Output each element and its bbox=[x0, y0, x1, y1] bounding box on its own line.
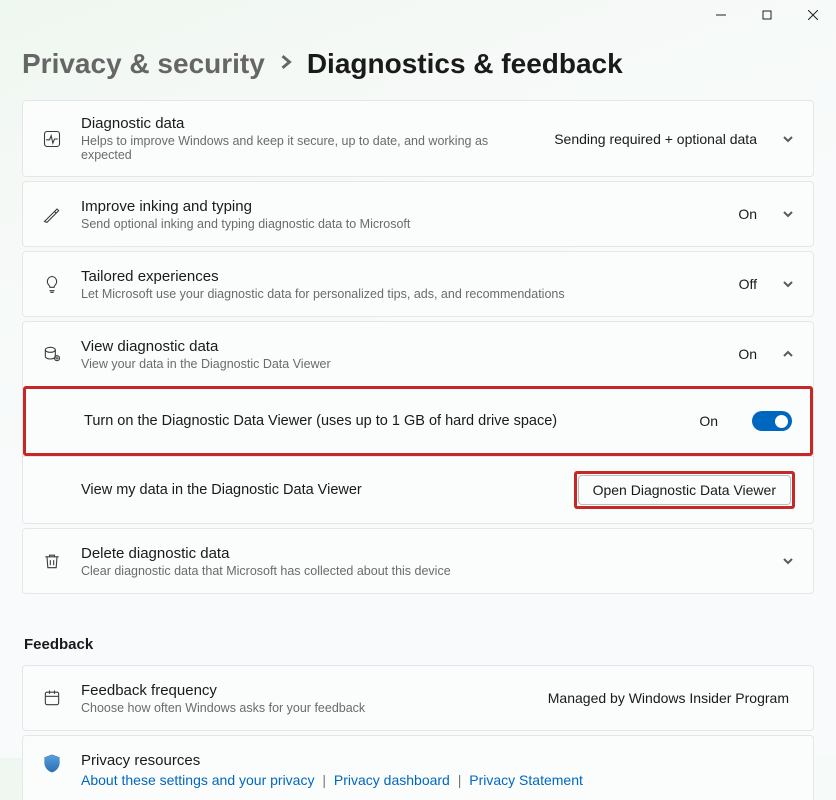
card-title: Delete diagnostic data bbox=[81, 545, 763, 562]
toggle-label: Turn on the Diagnostic Data Viewer (uses… bbox=[84, 413, 681, 429]
toggle-status: On bbox=[699, 413, 718, 429]
card-title: Privacy resources bbox=[81, 752, 795, 769]
card-subtitle: Send optional inking and typing diagnost… bbox=[81, 217, 720, 231]
link-about-settings-privacy[interactable]: About these settings and your privacy bbox=[81, 772, 314, 788]
heartbeat-icon bbox=[41, 128, 63, 150]
card-delete-diagnostic-data[interactable]: Delete diagnostic data Clear diagnostic … bbox=[22, 528, 814, 594]
data-view-icon bbox=[41, 343, 63, 365]
link-separator: | bbox=[322, 772, 326, 788]
card-subtitle: Let Microsoft use your diagnostic data f… bbox=[81, 287, 721, 301]
page-title: Diagnostics & feedback bbox=[307, 48, 623, 80]
card-subtitle: View your data in the Diagnostic Data Vi… bbox=[81, 357, 720, 371]
minimize-button[interactable] bbox=[698, 0, 744, 30]
open-diagnostic-data-viewer-button[interactable]: Open Diagnostic Data Viewer bbox=[578, 475, 791, 505]
lightbulb-icon bbox=[41, 273, 63, 295]
card-tailored-experiences[interactable]: Tailored experiences Let Microsoft use y… bbox=[22, 251, 814, 317]
card-title: View diagnostic data bbox=[81, 338, 720, 355]
card-title: Improve inking and typing bbox=[81, 198, 720, 215]
card-feedback-frequency[interactable]: Feedback frequency Choose how often Wind… bbox=[22, 665, 814, 731]
link-privacy-dashboard[interactable]: Privacy dashboard bbox=[334, 772, 450, 788]
maximize-button[interactable] bbox=[744, 0, 790, 30]
trash-icon bbox=[41, 550, 63, 572]
link-separator: | bbox=[458, 772, 462, 788]
open-viewer-label: View my data in the Diagnostic Data View… bbox=[81, 482, 556, 498]
chevron-up-icon bbox=[781, 347, 795, 361]
chevron-down-icon bbox=[781, 554, 795, 568]
chevron-down-icon bbox=[781, 132, 795, 146]
card-status: Sending required + optional data bbox=[554, 131, 757, 147]
row-turn-on-diagnostic-viewer: Turn on the Diagnostic Data Viewer (uses… bbox=[23, 386, 813, 456]
pen-icon bbox=[41, 203, 63, 225]
card-title: Tailored experiences bbox=[81, 268, 721, 285]
card-subtitle: Choose how often Windows asks for your f… bbox=[81, 701, 530, 715]
card-status: Managed by Windows Insider Program bbox=[548, 690, 789, 706]
calendar-icon bbox=[41, 687, 63, 709]
card-subtitle: Clear diagnostic data that Microsoft has… bbox=[81, 564, 763, 578]
card-status: On bbox=[738, 346, 757, 362]
close-button[interactable] bbox=[790, 0, 836, 30]
chevron-down-icon bbox=[781, 207, 795, 221]
link-privacy-statement[interactable]: Privacy Statement bbox=[469, 772, 583, 788]
shield-icon bbox=[41, 752, 63, 774]
card-privacy-resources: Privacy resources About these settings a… bbox=[22, 735, 814, 800]
card-view-diagnostic-data: View diagnostic data View your data in t… bbox=[22, 321, 814, 524]
chevron-down-icon bbox=[781, 277, 795, 291]
card-title: Feedback frequency bbox=[81, 682, 530, 699]
window-controls bbox=[698, 0, 836, 30]
card-header-row[interactable]: View diagnostic data View your data in t… bbox=[23, 322, 813, 386]
diagnostic-viewer-toggle[interactable] bbox=[752, 411, 792, 431]
chevron-right-icon bbox=[279, 55, 293, 74]
breadcrumb-parent[interactable]: Privacy & security bbox=[22, 48, 265, 80]
card-inking-typing[interactable]: Improve inking and typing Send optional … bbox=[22, 181, 814, 247]
row-open-diagnostic-viewer: View my data in the Diagnostic Data View… bbox=[23, 456, 813, 523]
card-status: Off bbox=[739, 276, 757, 292]
section-heading-feedback: Feedback bbox=[22, 598, 814, 665]
privacy-links: About these settings and your privacy | … bbox=[81, 772, 795, 788]
card-diagnostic-data[interactable]: Diagnostic data Helps to improve Windows… bbox=[22, 100, 814, 177]
card-status: On bbox=[738, 206, 757, 222]
open-viewer-button-highlight: Open Diagnostic Data Viewer bbox=[574, 471, 795, 509]
card-title: Diagnostic data bbox=[81, 115, 536, 132]
card-subtitle: Helps to improve Windows and keep it sec… bbox=[81, 134, 536, 162]
